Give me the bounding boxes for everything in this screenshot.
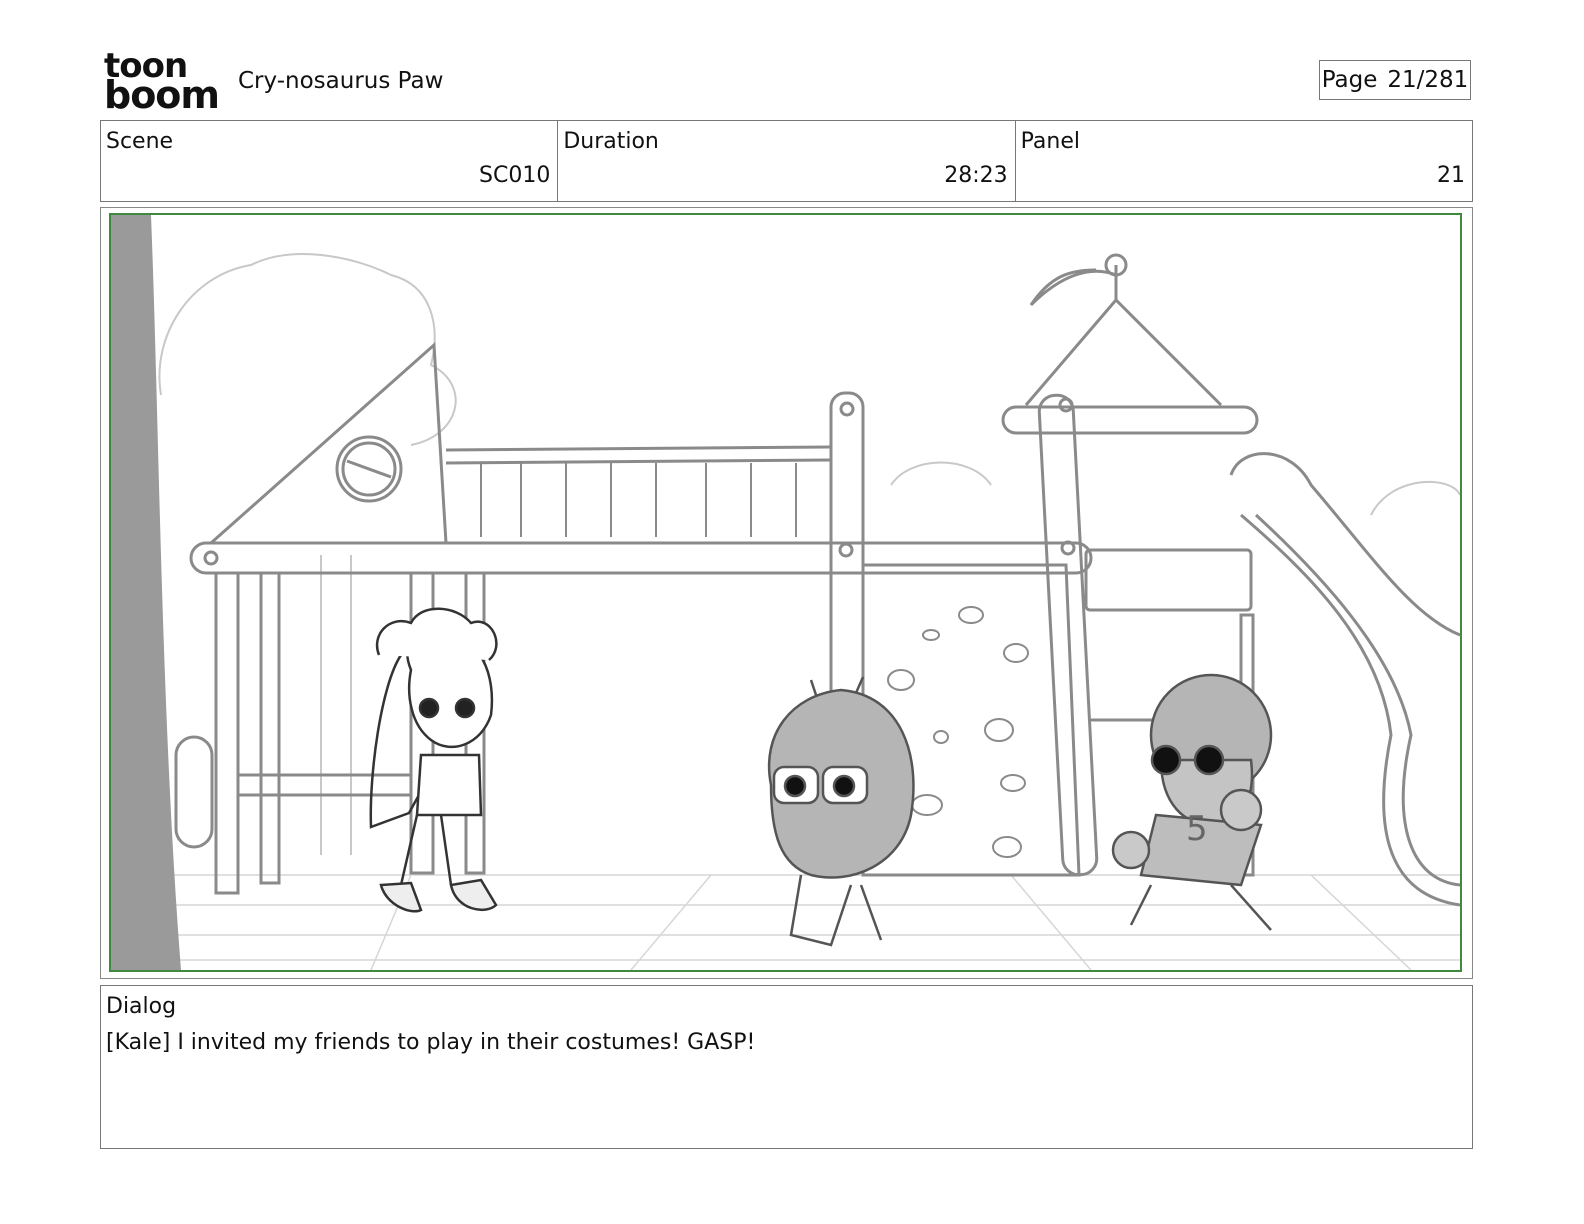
scene-label: Scene [106, 129, 174, 154]
page-indicator: Page 21/281 [1319, 60, 1471, 100]
scene-value: SC010 [479, 163, 551, 188]
dialog-label: Dialog [106, 994, 177, 1019]
ground-grid [171, 874, 1460, 970]
panel-value: 21 [1436, 163, 1465, 188]
page-label: Page [1321, 67, 1378, 93]
toonboom-logo: toon boom [104, 49, 220, 117]
storyboard-drawing: 5 [109, 213, 1462, 972]
page-value: 21/281 [1387, 67, 1469, 93]
duration-cell: Duration 28:23 [558, 121, 1016, 201]
panel-info-row: Scene SC010 Duration 28:23 Panel 21 [100, 120, 1473, 202]
playground-sketch-illustration: 5 [111, 215, 1460, 970]
project-title: Cry-nosaurus Paw [238, 68, 444, 94]
scene-cell: Scene SC010 [101, 121, 559, 201]
triangle-roof [210, 341, 448, 545]
logo-line-2: boom [104, 73, 220, 117]
duration-label: Duration [563, 129, 659, 154]
panel-cell: Panel 21 [1016, 121, 1472, 201]
dialog-text: [Kale] I invited my friends to play in t… [106, 1030, 756, 1055]
character-friend-right: 5 [1111, 673, 1273, 931]
panel-label: Panel [1020, 129, 1081, 154]
flag [1029, 268, 1117, 307]
svg-text:5: 5 [1186, 809, 1208, 849]
tower-roof [1024, 297, 1223, 407]
background-tree-left [158, 253, 457, 446]
dialog-box: Dialog [Kale] I invited my friends to pl… [100, 985, 1473, 1149]
duration-value: 28:23 [944, 163, 1008, 188]
